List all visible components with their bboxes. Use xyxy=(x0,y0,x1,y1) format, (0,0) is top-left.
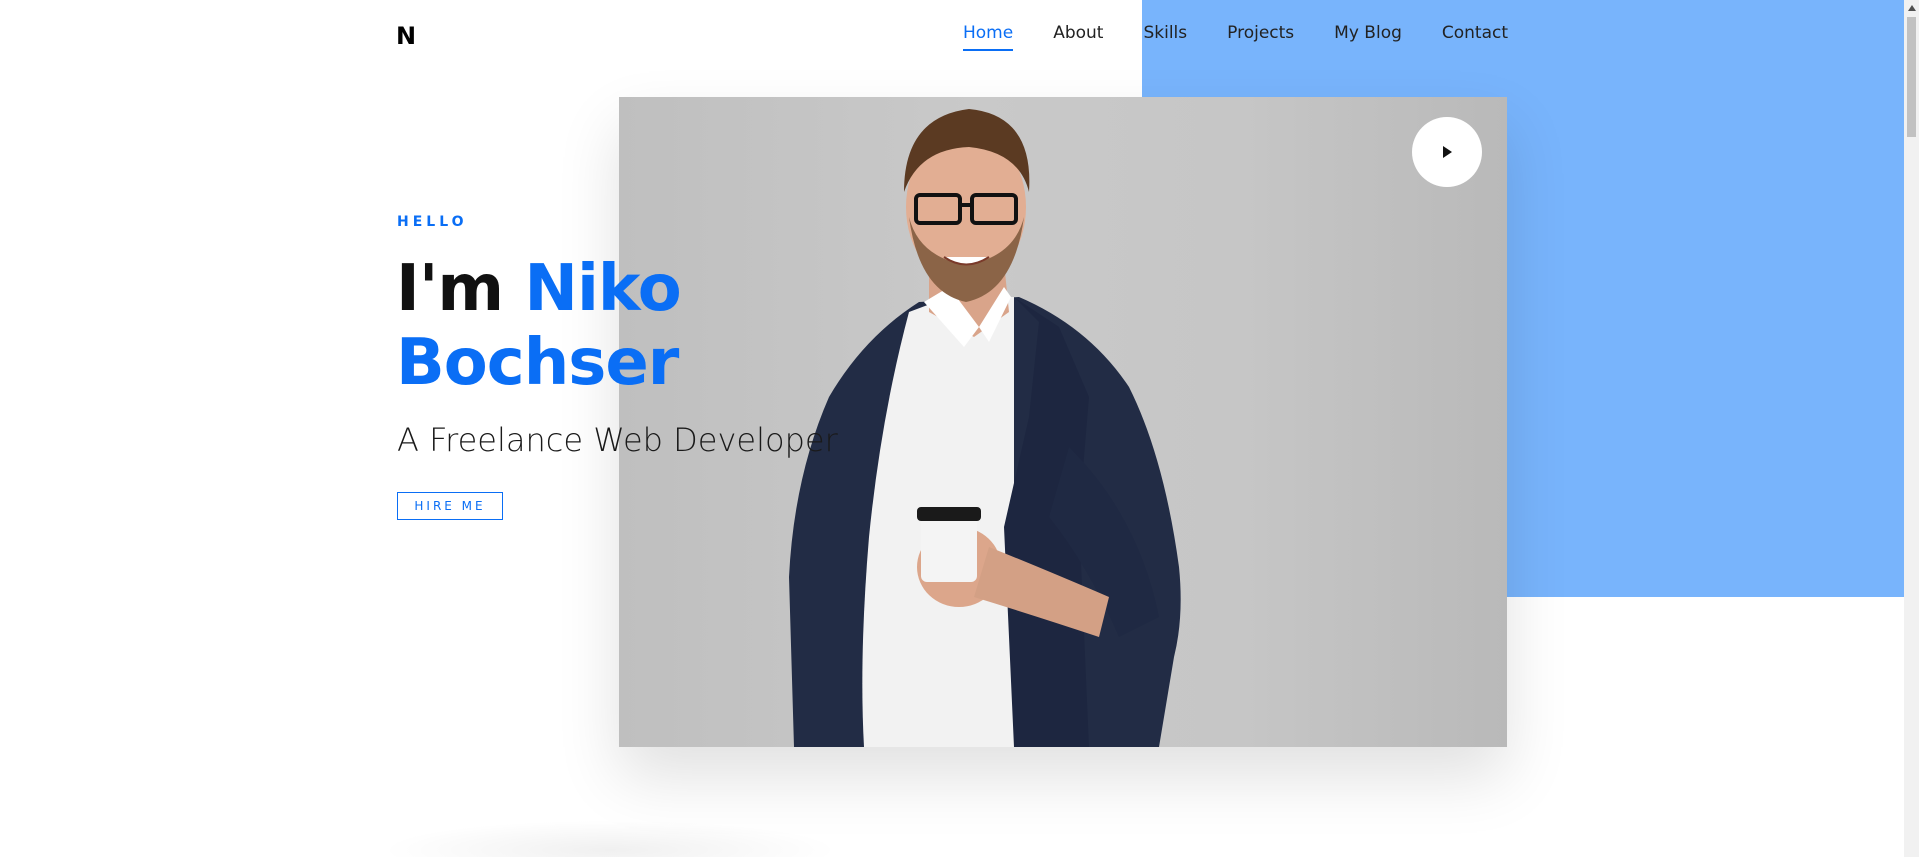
scrollbar[interactable] xyxy=(1904,0,1919,857)
scrollbar-thumb[interactable] xyxy=(1907,17,1916,137)
main-nav: Home About Skills Projects My Blog Conta… xyxy=(963,23,1508,51)
nav-item-skills[interactable]: Skills xyxy=(1143,23,1187,51)
hero-greeting: I'm xyxy=(396,252,504,326)
hero-headline: I'm Niko Bochser xyxy=(396,252,682,400)
scroll-up-arrow-icon[interactable] xyxy=(1904,0,1919,15)
nav-item-my-blog[interactable]: My Blog xyxy=(1334,23,1402,51)
site-logo[interactable]: N xyxy=(396,22,416,50)
nav-item-contact[interactable]: Contact xyxy=(1442,23,1508,51)
section-shadow xyxy=(380,820,840,857)
play-icon xyxy=(1443,146,1452,158)
nav-item-projects[interactable]: Projects xyxy=(1227,23,1294,51)
hero-last-name: Bochser xyxy=(396,326,679,400)
page: N Home About Skills Projects My Blog Con… xyxy=(0,0,1919,857)
hero-subtitle: A Freelance Web Developer xyxy=(397,421,838,459)
hire-me-button[interactable]: HIRE ME xyxy=(397,492,503,520)
hero-first-name: Niko xyxy=(524,252,681,326)
play-video-button[interactable] xyxy=(1412,117,1482,187)
hero-eyebrow: HELLO xyxy=(397,214,468,230)
nav-item-about[interactable]: About xyxy=(1053,23,1103,51)
nav-item-home[interactable]: Home xyxy=(963,23,1014,51)
